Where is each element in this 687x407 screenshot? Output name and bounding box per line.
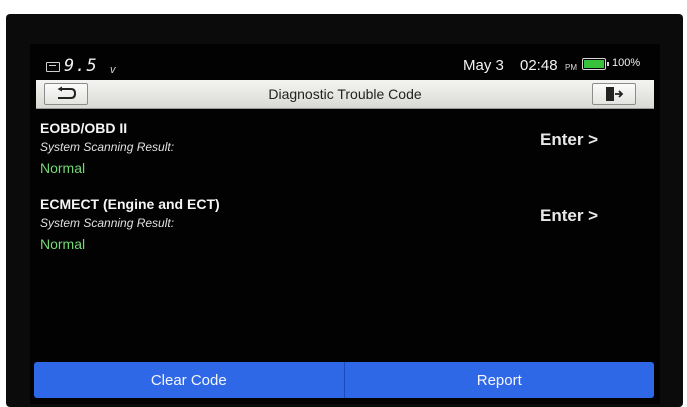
system-status: Normal <box>40 236 86 252</box>
exit-door-icon <box>606 87 624 101</box>
battery-icon <box>582 58 609 70</box>
voltage-value: 9.5 <box>64 56 98 76</box>
battery-percent: 100% <box>612 57 641 69</box>
system-scan-label: System Scanning Result: <box>40 140 175 154</box>
action-bar: Clear Code Report <box>34 362 654 398</box>
status-time: 02:48 <box>520 57 558 74</box>
battery-voltage-icon <box>46 62 60 72</box>
enter-button[interactable]: Enter > <box>540 206 598 226</box>
system-scan-label: System Scanning Result: <box>40 216 175 230</box>
title-bar: Diagnostic Trouble Code <box>36 80 654 109</box>
exit-button[interactable] <box>592 83 636 105</box>
clear-code-button[interactable]: Clear Code <box>34 362 345 398</box>
voltage-unit: v <box>110 64 116 76</box>
enter-button[interactable]: Enter > <box>540 130 598 150</box>
system-name: ECMECT (Engine and ECT) <box>40 196 220 212</box>
system-item-eobd[interactable]: EOBD/OBD II System Scanning Result: Norm… <box>40 120 650 190</box>
status-date: May 3 <box>463 57 504 74</box>
diagnostic-screen: 9.5 v May 3 02:48 PM 100% Diagnostic Tro… <box>30 44 660 404</box>
status-bar: 9.5 v May 3 02:48 PM 100% <box>30 44 660 80</box>
page-title: Diagnostic Trouble Code <box>268 86 422 102</box>
system-name: EOBD/OBD II <box>40 120 128 136</box>
system-item-ecmect[interactable]: ECMECT (Engine and ECT) System Scanning … <box>40 196 650 266</box>
status-ampm: PM <box>565 63 577 72</box>
system-status: Normal <box>40 160 86 176</box>
report-button[interactable]: Report <box>344 362 654 398</box>
